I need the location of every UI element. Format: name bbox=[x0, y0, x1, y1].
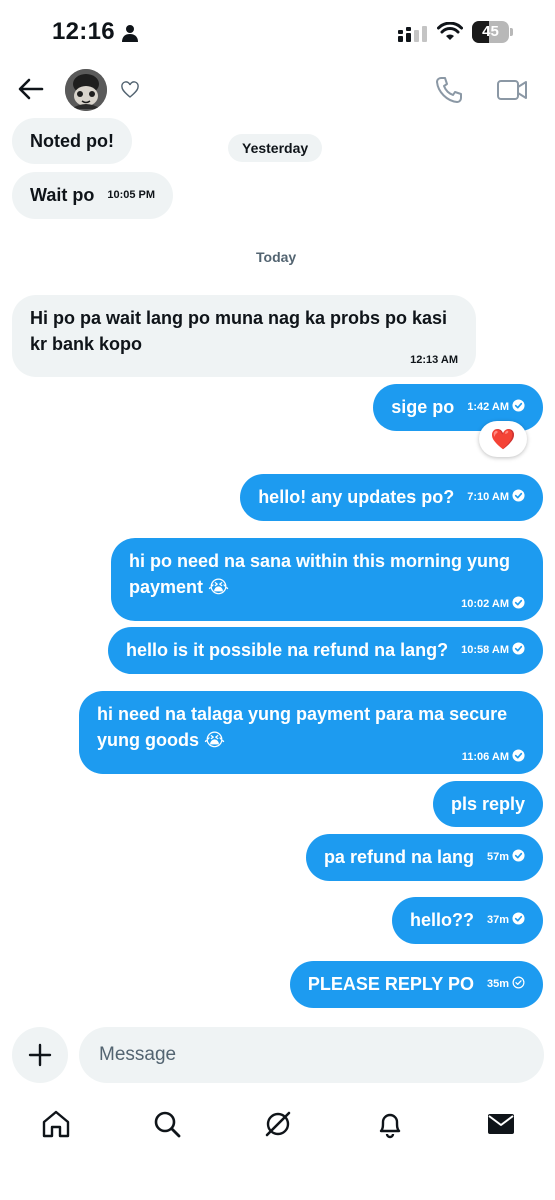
heart-reaction[interactable]: ❤️ bbox=[479, 421, 527, 457]
message-bubble[interactable]: hi need na talaga yung payment para ma s… bbox=[79, 691, 543, 774]
messages-icon bbox=[488, 1114, 514, 1134]
message-text: Wait po bbox=[30, 185, 95, 205]
message-bubble[interactable]: Noted po! bbox=[12, 118, 132, 164]
message-text: hi need na talaga yung payment para ma s… bbox=[97, 704, 508, 750]
message-input[interactable] bbox=[79, 1027, 544, 1083]
plus-icon bbox=[28, 1043, 52, 1067]
read-check-icon bbox=[512, 749, 525, 762]
message-text: pa refund na lang bbox=[323, 847, 474, 867]
read-check-icon bbox=[512, 596, 525, 609]
nav-home[interactable] bbox=[40, 1108, 72, 1140]
message-bubble[interactable]: hello?? 37m bbox=[391, 897, 543, 945]
message-text: Noted po! bbox=[30, 131, 114, 151]
message-time: 37m bbox=[487, 912, 525, 926]
home-icon bbox=[42, 1110, 70, 1138]
nav-messages[interactable] bbox=[485, 1108, 517, 1140]
message-time: 35m bbox=[487, 976, 525, 990]
message-composer bbox=[0, 1026, 555, 1086]
message-text: hi po need na sana within this morning y… bbox=[129, 551, 511, 597]
message-thread: Noted po! Yesterday Wait po 10:05 PM Tod… bbox=[0, 0, 555, 1200]
search-icon bbox=[154, 1111, 181, 1138]
nav-notifications[interactable] bbox=[374, 1108, 406, 1140]
message-text: sige po bbox=[391, 397, 455, 417]
attach-button[interactable] bbox=[12, 1027, 68, 1083]
message-text: pls reply bbox=[450, 794, 525, 814]
bottom-navigation bbox=[0, 1100, 555, 1150]
message-time: 7:10 AM bbox=[467, 489, 525, 503]
nav-grok[interactable] bbox=[262, 1108, 294, 1140]
message-time: 10:05 PM bbox=[107, 189, 156, 202]
message-bubble[interactable]: pa refund na lang 57m bbox=[305, 834, 543, 882]
message-bubble[interactable]: pls reply bbox=[432, 781, 543, 827]
day-divider: Today bbox=[256, 249, 297, 265]
read-check-icon bbox=[512, 399, 525, 412]
message-bubble[interactable]: PLEASE REPLY PO 35m bbox=[289, 961, 543, 1009]
message-time: 1:42 AM bbox=[467, 399, 525, 413]
day-divider: Yesterday bbox=[228, 134, 323, 162]
message-bubble[interactable]: Hi po pa wait lang po muna nag ka probs … bbox=[12, 295, 476, 377]
message-time: 10:58 AM bbox=[461, 642, 525, 656]
message-bubble[interactable]: hello is it possible na refund na lang? … bbox=[108, 627, 543, 675]
read-check-icon bbox=[512, 642, 525, 655]
read-check-icon bbox=[512, 489, 525, 502]
grok-icon bbox=[265, 1111, 291, 1137]
message-bubble[interactable]: Wait po 10:05 PM bbox=[12, 172, 174, 220]
message-bubble[interactable]: hi po need na sana within this morning y… bbox=[111, 538, 543, 621]
heart-icon: ❤️ bbox=[490, 428, 516, 451]
message-time: 57m bbox=[487, 849, 525, 863]
nav-search[interactable] bbox=[151, 1108, 183, 1140]
message-text: Hi po pa wait lang po muna nag ka probs … bbox=[30, 308, 448, 354]
message-text: hello?? bbox=[409, 910, 474, 930]
read-check-icon bbox=[512, 912, 525, 925]
notifications-icon bbox=[379, 1113, 401, 1139]
read-check-icon bbox=[512, 849, 525, 862]
message-text: PLEASE REPLY PO bbox=[307, 974, 474, 994]
message-text: hello is it possible na refund na lang? bbox=[126, 640, 449, 660]
message-text: hello! any updates po? bbox=[258, 487, 455, 507]
message-bubble[interactable]: hello! any updates po? 7:10 AM bbox=[240, 474, 543, 522]
sent-check-icon bbox=[512, 976, 525, 989]
